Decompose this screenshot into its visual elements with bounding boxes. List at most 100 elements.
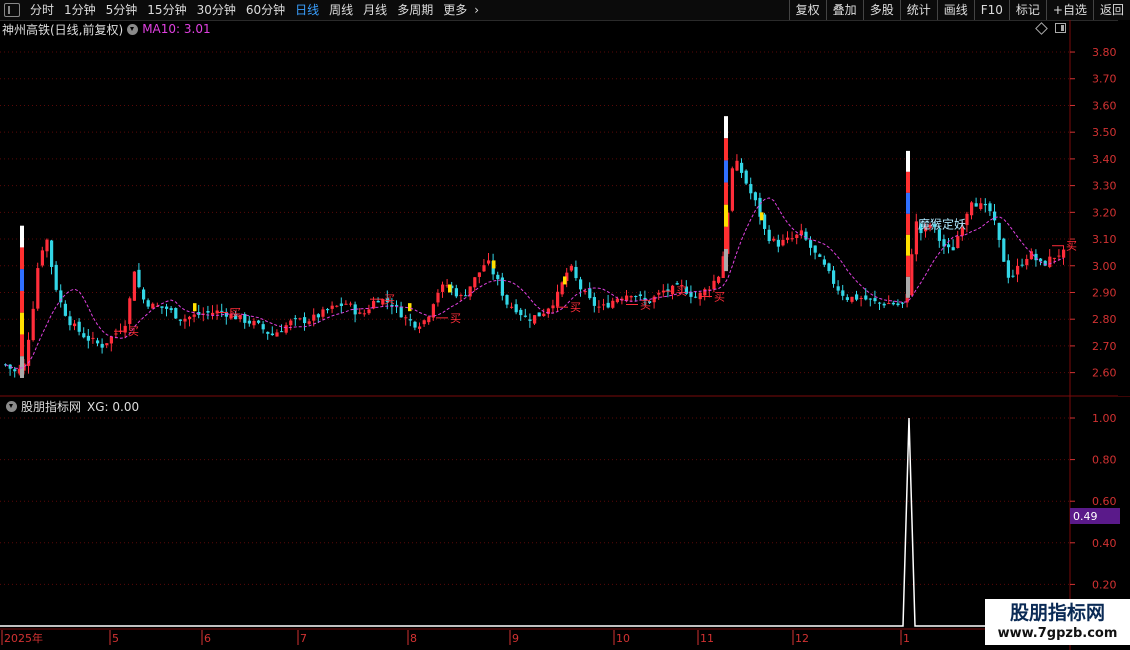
period-tab-0[interactable]: 分时 bbox=[25, 0, 59, 20]
signal-candle bbox=[20, 225, 24, 248]
toolbar-button-8[interactable]: 返回 bbox=[1092, 0, 1130, 20]
period-tab-7[interactable]: 周线 bbox=[324, 0, 358, 20]
period-tab-9[interactable]: 多周期 bbox=[392, 0, 438, 20]
candle-body bbox=[983, 203, 987, 206]
candle-body bbox=[638, 294, 642, 297]
candle-body bbox=[238, 314, 242, 320]
toolbar-button-2[interactable]: 多股 bbox=[862, 0, 900, 20]
candle-body bbox=[684, 286, 688, 294]
period-tab-4[interactable]: 30分钟 bbox=[192, 0, 241, 20]
highlight-candle bbox=[492, 260, 496, 269]
candle-body bbox=[970, 202, 974, 216]
date-label: 2025年 bbox=[4, 631, 43, 645]
candle-body bbox=[105, 343, 109, 346]
period-tab-5[interactable]: 60分钟 bbox=[241, 0, 290, 20]
signal-candle bbox=[20, 269, 24, 291]
toolbar-button-5[interactable]: F10 bbox=[973, 0, 1009, 20]
toolbar-button-6[interactable]: 标记 bbox=[1008, 0, 1046, 20]
candle-body bbox=[510, 306, 514, 308]
signal-candle bbox=[906, 234, 910, 256]
period-tab-1[interactable]: 1分钟 bbox=[59, 0, 101, 20]
candle-body bbox=[280, 331, 284, 333]
chevron-down-icon[interactable] bbox=[127, 23, 139, 35]
candle-body bbox=[726, 212, 730, 254]
panel-toggle-icon[interactable] bbox=[4, 3, 20, 17]
period-tab-6[interactable]: 日线 bbox=[290, 0, 324, 20]
signal-candle bbox=[20, 290, 24, 313]
candle-body bbox=[169, 308, 173, 311]
window-layout-icon[interactable] bbox=[1055, 23, 1066, 33]
date-label: 9 bbox=[512, 632, 519, 645]
signal-candle bbox=[724, 116, 728, 139]
candle-body bbox=[763, 214, 767, 229]
candle-body bbox=[413, 321, 417, 328]
toolbar-button-0[interactable]: 复权 bbox=[788, 0, 826, 20]
candle-body bbox=[569, 265, 573, 271]
candle-body bbox=[22, 363, 26, 371]
candle-body bbox=[707, 289, 711, 291]
candle-body bbox=[583, 291, 587, 293]
xg-signal-line bbox=[0, 417, 1070, 627]
candle-body bbox=[652, 296, 656, 303]
period-tab-3[interactable]: 15分钟 bbox=[142, 0, 191, 20]
signal-candle bbox=[20, 247, 24, 270]
candle-body bbox=[615, 298, 619, 303]
candle-body bbox=[523, 315, 527, 317]
candle-body bbox=[91, 337, 95, 339]
period-tab-8[interactable]: 月线 bbox=[358, 0, 392, 20]
indicator-tick: 0.80 bbox=[1092, 454, 1117, 467]
buy-mark: 买 bbox=[676, 285, 687, 298]
candle-body bbox=[891, 302, 895, 305]
candle-body bbox=[114, 333, 118, 335]
chevron-right-icon[interactable]: › bbox=[474, 3, 479, 17]
candle-body bbox=[4, 364, 8, 366]
candle-body bbox=[832, 270, 836, 284]
candle-body bbox=[579, 279, 583, 290]
candle-body bbox=[450, 285, 454, 289]
toolbar-button-7[interactable]: +自选 bbox=[1045, 0, 1093, 20]
candle-body bbox=[588, 288, 592, 299]
candle-body bbox=[482, 265, 486, 272]
signal-candle bbox=[724, 204, 728, 227]
candle-body bbox=[776, 239, 780, 247]
buy-mark: 买 bbox=[640, 299, 651, 312]
candle-body bbox=[657, 292, 661, 295]
toolbar-button-1[interactable]: 叠加 bbox=[825, 0, 863, 20]
period-tab-10[interactable]: 更多 bbox=[438, 0, 472, 20]
candle-body bbox=[100, 343, 104, 348]
candle-body bbox=[606, 302, 610, 308]
candle-body bbox=[234, 313, 238, 320]
chevron-down-icon[interactable] bbox=[6, 401, 17, 412]
candle-body bbox=[45, 239, 49, 252]
diamond-icon[interactable] bbox=[1035, 22, 1048, 35]
candle-body bbox=[459, 295, 463, 297]
candle-body bbox=[993, 211, 997, 221]
candle-body bbox=[758, 197, 762, 217]
candle-body bbox=[1029, 251, 1033, 260]
candle-body bbox=[799, 230, 803, 236]
stock-name-label: 神州高铁(日线,前复权) bbox=[2, 22, 124, 37]
candle-body bbox=[1016, 265, 1020, 275]
candle-body bbox=[36, 268, 40, 309]
buy-mark: 买 bbox=[714, 290, 725, 303]
toolbar-button-3[interactable]: 统计 bbox=[899, 0, 937, 20]
candle-body bbox=[855, 294, 859, 300]
candle-body bbox=[1034, 253, 1038, 261]
candle-body bbox=[436, 292, 440, 303]
candle-body bbox=[404, 317, 408, 319]
candle-body bbox=[418, 326, 422, 329]
toolbar-button-4[interactable]: 画线 bbox=[936, 0, 974, 20]
candle-body bbox=[183, 318, 187, 322]
candle-body bbox=[82, 333, 86, 338]
watermark-main: 股朋指标网 bbox=[1009, 602, 1105, 624]
period-tab-2[interactable]: 5分钟 bbox=[101, 0, 143, 20]
candle-body bbox=[602, 304, 606, 306]
signal-candle bbox=[906, 150, 910, 172]
main-chart-title: 神州高铁(日线,前复权) MA10: 3.01 bbox=[2, 22, 211, 37]
signal-candle bbox=[906, 255, 910, 277]
candle-body bbox=[468, 286, 472, 297]
date-label: 11 bbox=[700, 632, 714, 645]
candle-body bbox=[31, 308, 35, 341]
candle-body bbox=[96, 340, 100, 344]
candle-body bbox=[514, 304, 518, 313]
